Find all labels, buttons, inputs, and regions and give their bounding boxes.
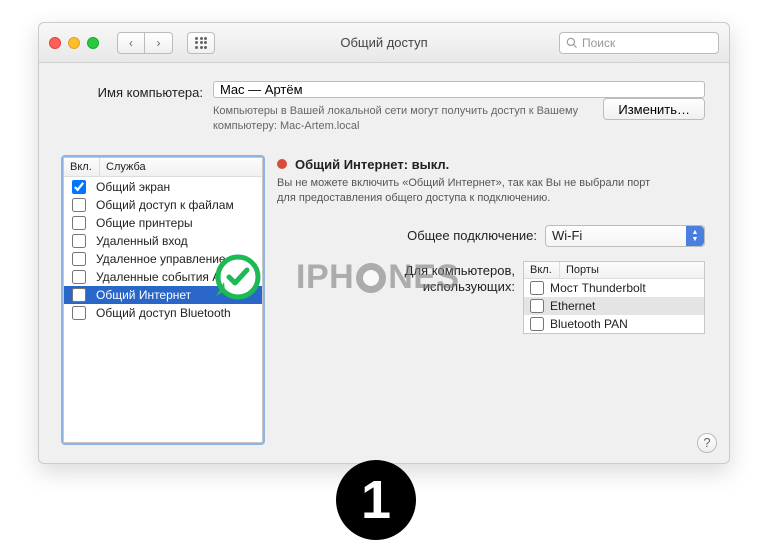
connection-popup[interactable]: Wi-Fi ▲▼ [545,225,705,247]
port-label: Bluetooth PAN [550,317,628,331]
service-row[interactable]: Общий экран [64,178,262,196]
computer-name-field[interactable] [213,81,705,98]
service-label: Общий доступ к файлам [96,198,234,212]
search-icon [566,37,578,49]
service-checkbox[interactable] [72,234,86,248]
service-label: Общий доступ Bluetooth [96,306,231,320]
search-input[interactable]: Поиск [559,32,719,54]
back-button[interactable]: ‹ [117,32,145,54]
status-title: Общий Интернет: выкл. [295,157,449,172]
service-row[interactable]: Удаленные события Apple [64,268,262,286]
zoom-icon[interactable] [87,37,99,49]
service-row[interactable]: Общий доступ Bluetooth [64,304,262,322]
service-row[interactable]: Общий Интернет [64,286,262,304]
port-checkbox[interactable] [530,281,544,295]
computer-name-info: Компьютеры в Вашей локальной сети могут … [213,104,593,135]
service-label: Общие принтеры [96,216,193,230]
titlebar: ‹ › Общий доступ Поиск [39,23,729,63]
service-checkbox[interactable] [72,252,86,266]
port-checkbox[interactable] [530,317,544,331]
forward-button[interactable]: › [145,32,173,54]
grid-icon [195,37,207,49]
status-off-icon [277,159,287,169]
chevron-left-icon: ‹ [129,36,133,50]
show-all-button[interactable] [187,32,215,54]
search-placeholder: Поиск [582,36,615,50]
service-label: Удаленные события Apple [96,270,243,284]
port-row[interactable]: Мост Thunderbolt [524,279,704,297]
nav-segment: ‹ › [117,32,173,54]
window-body: Имя компьютера: Компьютеры в Вашей локал… [39,63,729,463]
service-checkbox[interactable] [72,306,86,320]
step-badge: 1 [336,460,416,540]
service-label: Общий экран [96,180,170,194]
service-row[interactable]: Удаленное управление [64,250,262,268]
status-row: Общий Интернет: выкл. [277,157,705,172]
ports-label: Для компьютеров, использующих: [385,261,515,334]
service-row[interactable]: Общие принтеры [64,214,262,232]
ports-col-on: Вкл. [524,262,560,278]
window-controls [49,37,99,49]
port-row[interactable]: Bluetooth PAN [524,315,704,333]
port-label: Мост Thunderbolt [550,281,646,295]
services-col-service: Служба [100,158,152,176]
service-row[interactable]: Общий доступ к файлам [64,196,262,214]
service-label: Удаленное управление [96,252,226,266]
service-detail: Общий Интернет: выкл. Вы не можете включ… [277,157,705,443]
service-checkbox[interactable] [72,270,86,284]
ports-header: Вкл. Порты [524,262,704,279]
sharing-preferences-window: ‹ › Общий доступ Поиск Имя компьютера: К… [38,22,730,464]
services-table[interactable]: Вкл. Служба Общий экран Общий доступ к фа… [63,157,263,443]
port-label: Ethernet [550,299,595,313]
help-button[interactable]: ? [697,433,717,453]
services-header: Вкл. Служба [64,158,262,177]
edit-button[interactable]: Изменить… [603,98,705,120]
ports-table[interactable]: Вкл. Порты Мост Thunderbolt Ethernet Bluet… [523,261,705,334]
service-checkbox[interactable] [72,288,86,302]
port-row[interactable]: Ethernet [524,297,704,315]
service-checkbox[interactable] [72,180,86,194]
service-checkbox[interactable] [72,216,86,230]
service-label: Удаленный вход [96,234,188,248]
close-icon[interactable] [49,37,61,49]
service-label: Общий Интернет [96,288,191,302]
connection-value: Wi-Fi [552,228,582,243]
ports-col-port: Порты [560,262,605,278]
port-checkbox[interactable] [530,299,544,313]
chevron-right-icon: › [157,36,161,50]
chevron-updown-icon: ▲▼ [686,226,704,246]
services-col-on: Вкл. [64,158,100,176]
status-description: Вы не можете включить «Общий Интернет», … [277,176,657,207]
minimize-icon[interactable] [68,37,80,49]
service-row[interactable]: Удаленный вход [64,232,262,250]
service-checkbox[interactable] [72,198,86,212]
connection-label: Общее подключение: [407,228,537,243]
computer-name-label: Имя компьютера: [63,81,203,100]
